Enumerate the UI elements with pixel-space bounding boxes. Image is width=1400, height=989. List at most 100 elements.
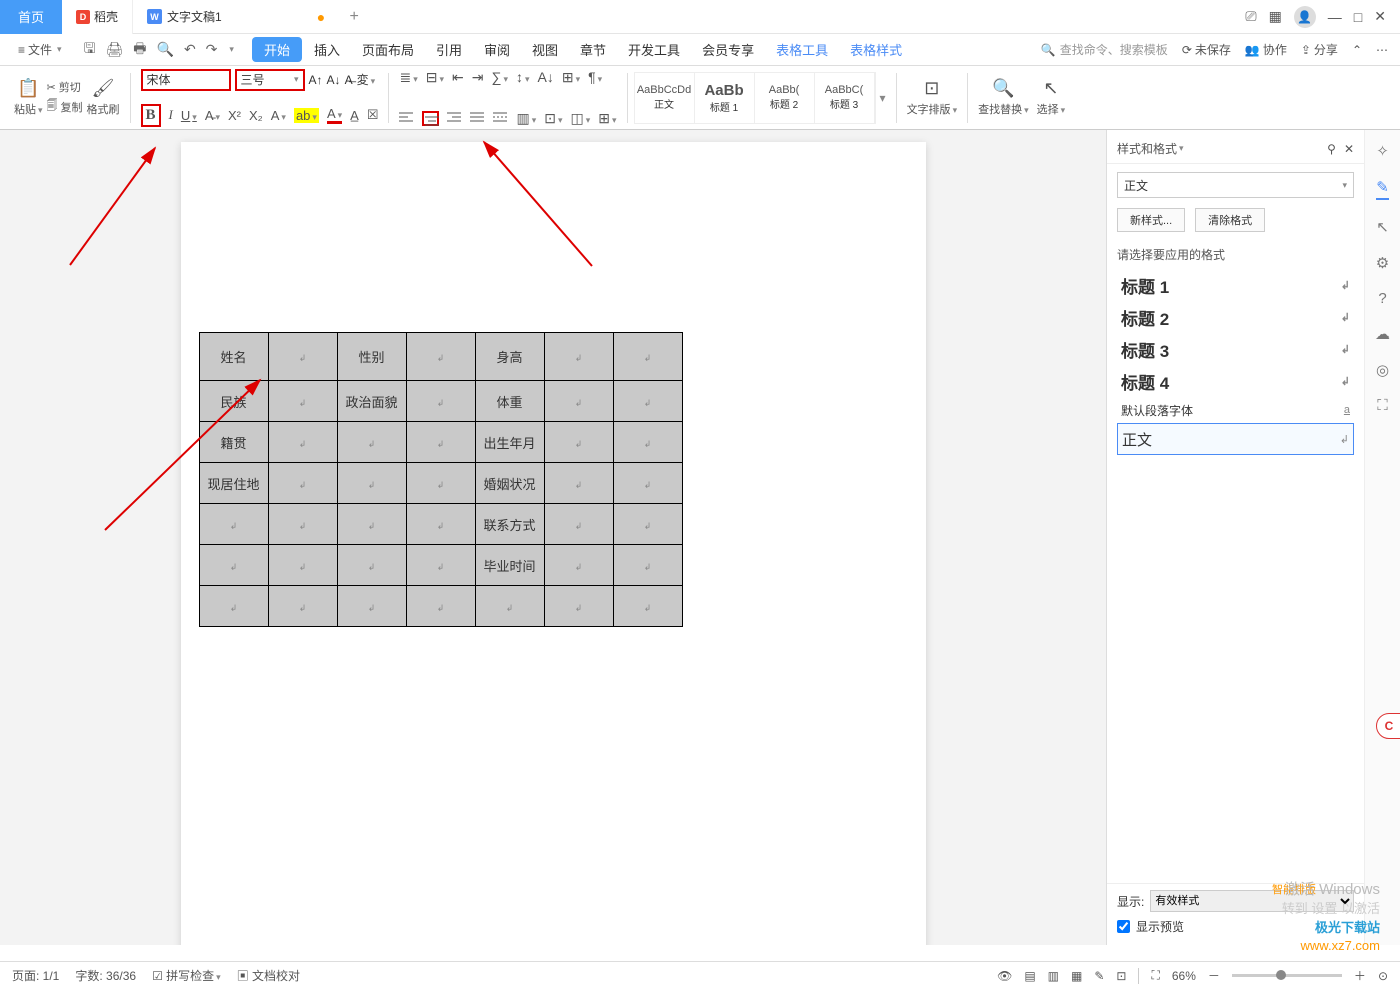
cut-button[interactable]: ✂ 剪切	[47, 79, 83, 95]
menu-tab-review[interactable]: 审阅	[474, 36, 520, 63]
menu-tab-view[interactable]: 视图	[522, 36, 568, 63]
collab-button[interactable]: 👥 协作	[1245, 41, 1287, 58]
cell[interactable]: ↲	[475, 586, 544, 627]
tabs-icon[interactable]: ⊞▾	[562, 69, 580, 86]
char-shading-button[interactable]: ☒	[367, 107, 379, 123]
document-area[interactable]: 姓名↲ 性别↲ 身高↲↲ 民族↲ 政治面貌↲ 体重↲↲ 籍贯↲ ↲↲ 出生年月↲…	[0, 130, 1106, 945]
columns-icon[interactable]: ▥▾	[516, 110, 536, 127]
style-list-item[interactable]: 标题 4↲	[1117, 365, 1354, 397]
outdent-icon[interactable]: ⇤	[452, 69, 464, 86]
cell[interactable]: ↲	[613, 545, 682, 586]
cell[interactable]: ↲	[268, 381, 337, 422]
menu-tab-start[interactable]: 开始	[252, 37, 302, 62]
align-left-icon[interactable]	[399, 110, 414, 126]
cell[interactable]: ↲	[544, 422, 613, 463]
rail-select-icon[interactable]: ↖	[1376, 218, 1389, 236]
square-one-icon[interactable]: ⎚	[1245, 8, 1256, 25]
rail-settings-icon[interactable]: ⚙	[1376, 254, 1389, 272]
text-direction-icon[interactable]: ⊡▾	[544, 110, 562, 127]
current-style-combo[interactable]: 正文▾	[1117, 172, 1354, 198]
cell[interactable]: ↲	[544, 504, 613, 545]
cell[interactable]: 政治面貌	[337, 381, 406, 422]
cell[interactable]: ↲	[544, 333, 613, 381]
cell[interactable]: ↲	[613, 463, 682, 504]
form-table[interactable]: 姓名↲ 性别↲ 身高↲↲ 民族↲ 政治面貌↲ 体重↲↲ 籍贯↲ ↲↲ 出生年月↲…	[199, 332, 683, 627]
zoom-in-icon[interactable]: ＋	[1354, 967, 1366, 984]
zoom-out-icon[interactable]: －	[1208, 967, 1220, 984]
proofing-toggle[interactable]: ▣ 文档校对	[237, 967, 300, 984]
strike-button[interactable]: A̵▾	[205, 108, 220, 123]
style-list-item-parafont[interactable]: 默认段落字体a	[1117, 397, 1354, 423]
save-icon[interactable]: 🖫	[84, 38, 96, 62]
window-maximize-button[interactable]: □	[1354, 9, 1362, 25]
line-spacing-icon[interactable]: ↕▾	[516, 69, 530, 85]
cell[interactable]: ↲	[406, 333, 475, 381]
export-icon[interactable]: 🖨	[106, 41, 124, 58]
format-painter-button[interactable]: 🖌格式刷	[83, 76, 124, 119]
rail-styles-icon[interactable]: ✎	[1376, 178, 1389, 200]
eye-icon[interactable]: 👁	[997, 969, 1012, 983]
outline-icon[interactable]: ✎	[1094, 969, 1104, 983]
rail-cloud-icon[interactable]: ☁	[1375, 325, 1390, 343]
preview-checkbox[interactable]	[1117, 920, 1130, 933]
cell[interactable]: ↲	[337, 463, 406, 504]
align-distribute-icon[interactable]	[493, 110, 508, 126]
rail-location-icon[interactable]: ◎	[1376, 361, 1389, 379]
align-right-icon[interactable]	[447, 110, 462, 126]
more-icon[interactable]: ⋯	[1376, 43, 1388, 57]
read-mode-icon[interactable]: ▤	[1024, 969, 1035, 983]
print-layout-icon[interactable]: ▥	[1048, 969, 1059, 983]
cell[interactable]: ↲	[544, 586, 613, 627]
cell[interactable]: ↲	[406, 586, 475, 627]
cell[interactable]: ↲	[268, 545, 337, 586]
cell[interactable]: ↲	[613, 422, 682, 463]
style-list-item[interactable]: 标题 3↲	[1117, 333, 1354, 365]
cell[interactable]: 婚姻状况	[475, 463, 544, 504]
numbering-icon[interactable]: ⊟▾	[426, 69, 444, 86]
cell[interactable]: ↲	[406, 545, 475, 586]
italic-button[interactable]: I	[169, 107, 173, 123]
clear-format-button[interactable]: 清除格式	[1195, 208, 1265, 232]
align-center-icon[interactable]	[422, 111, 439, 126]
ribbon-collapse-icon[interactable]: ⌃	[1352, 43, 1362, 57]
font-size-combo[interactable]: 三号▾	[235, 69, 305, 91]
redo-icon[interactable]: ↷	[206, 41, 218, 58]
bullets-icon[interactable]: ≣▾	[399, 69, 417, 86]
window-minimize-button[interactable]: —	[1328, 9, 1342, 25]
tab-document[interactable]: W 文字文稿1 ●	[133, 0, 339, 34]
menu-tab-insert[interactable]: 插入	[304, 36, 350, 63]
menu-tab-devtools[interactable]: 开发工具	[618, 36, 690, 63]
share-button[interactable]: ⇪ 分享	[1301, 41, 1338, 58]
copy-button[interactable]: 🗐 复制	[47, 97, 83, 116]
char-scale-icon[interactable]: ∑▾	[491, 69, 508, 85]
underline-button[interactable]: U▾	[181, 108, 197, 123]
preview-icon[interactable]: 🔍	[157, 41, 174, 58]
qat-more[interactable]: ▾	[229, 44, 234, 55]
web-layout-icon[interactable]: ▦	[1071, 969, 1082, 983]
menu-tab-pagelayout[interactable]: 页面布局	[352, 36, 424, 63]
subscript-button[interactable]: X₂	[249, 108, 263, 123]
menu-tab-reference[interactable]: 引用	[426, 36, 472, 63]
cell[interactable]: 联系方式	[475, 504, 544, 545]
cell[interactable]: ↲	[268, 463, 337, 504]
word-count[interactable]: 字数: 36/36	[75, 967, 136, 984]
cell[interactable]: ↲	[406, 504, 475, 545]
style-list-item-selected[interactable]: 正文↲	[1117, 423, 1354, 455]
floating-assist-icon[interactable]: C	[1376, 713, 1400, 739]
cell[interactable]: ↲	[199, 545, 268, 586]
cell[interactable]: ↲	[544, 463, 613, 504]
new-style-button[interactable]: 新样式...	[1117, 208, 1185, 232]
page-indicator[interactable]: 页面: 1/1	[12, 967, 59, 984]
cell[interactable]: ↲	[613, 381, 682, 422]
tab-daoke[interactable]: D 稻壳	[62, 0, 133, 34]
panel-pin-icon[interactable]: ⚲	[1327, 142, 1336, 156]
cell[interactable]: ↲	[544, 381, 613, 422]
cell[interactable]: ↲	[268, 586, 337, 627]
paste-button[interactable]: 📋粘贴▾	[10, 76, 47, 119]
focus-icon[interactable]: ⊡	[1116, 969, 1126, 983]
cell[interactable]: ↲	[337, 504, 406, 545]
tab-home[interactable]: 首页	[0, 0, 62, 34]
cell[interactable]: 出生年月	[475, 422, 544, 463]
style-item-normal[interactable]: AaBbCcDd正文	[635, 73, 695, 123]
rail-fullscreen-icon[interactable]: ⛶	[1377, 397, 1388, 414]
